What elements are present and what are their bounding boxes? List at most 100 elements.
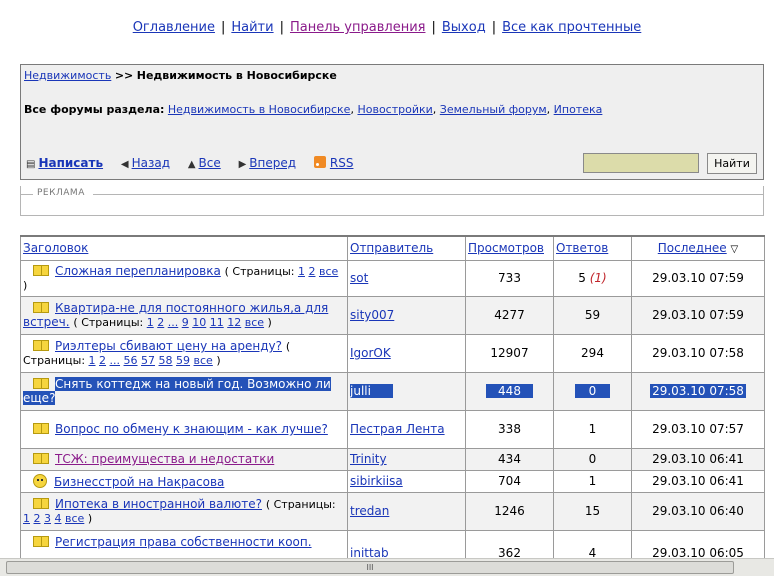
topic-cell: ТСЖ: преимущества и недостатки (20, 447, 348, 471)
search-button[interactable]: Найти (707, 153, 757, 174)
column-header-title[interactable]: Заголовок (20, 235, 348, 261)
arrow-right-icon: ▶ (238, 159, 247, 170)
nav-separator: | (431, 20, 436, 35)
nav-control-panel-link[interactable]: Панель управления (290, 20, 426, 35)
breadcrumb: Недвижимость >> Недвижимость в Новосибир… (24, 69, 337, 82)
replies-cell: 1 (553, 409, 632, 449)
views-cell: 434 (465, 447, 554, 471)
page-link[interactable]: 2 (308, 265, 315, 278)
page-link[interactable]: 57 (141, 354, 155, 367)
column-header-views[interactable]: Просмотров (465, 235, 554, 261)
views-cell: 704 (465, 469, 554, 493)
topic-link[interactable]: Регистрация права собственности кооп. (55, 535, 312, 549)
column-header-author[interactable]: Отправитель (347, 235, 466, 261)
page-link[interactable]: 59 (176, 354, 190, 367)
author-cell: Пестрая Лента (347, 409, 466, 449)
page-link[interactable]: 10 (192, 316, 206, 329)
nav-logout-link[interactable]: Выход (442, 20, 486, 35)
views-cell: 338 (465, 409, 554, 449)
page-link[interactable]: 12 (227, 316, 241, 329)
topic-link[interactable]: Бизнесстрой на Накрасова (54, 475, 224, 489)
advertising-legend: РЕКЛАМА (37, 188, 85, 198)
book-icon (33, 340, 49, 351)
author-link[interactable]: sot (350, 271, 368, 285)
page-link[interactable]: 2 (99, 354, 106, 367)
book-icon (33, 265, 49, 276)
horizontal-scrollbar[interactable]: III (0, 558, 774, 576)
page-link-all[interactable]: все (319, 265, 338, 278)
author-link[interactable]: sity007 (350, 308, 394, 322)
page-link[interactable]: 1 (298, 265, 305, 278)
book-icon (33, 498, 49, 509)
author-cell: tredan (347, 491, 466, 531)
forum-link-land[interactable]: Земельный форум (440, 103, 547, 116)
page-link[interactable]: 9 (182, 316, 189, 329)
last-post-cell: 29.03.10 07:59 (631, 295, 765, 335)
page-link[interactable]: 1 (89, 354, 96, 367)
arrow-left-icon: ◀ (120, 159, 129, 170)
forward-button[interactable]: ▶ Вперед (239, 156, 296, 170)
page-link-all[interactable]: все (65, 512, 84, 525)
page-link[interactable]: ... (110, 354, 121, 367)
arrow-up-icon: ▲ (187, 159, 196, 170)
search-input[interactable] (583, 153, 699, 173)
table-row: ТСЖ: преимущества и недостатки Trinity 4… (20, 447, 765, 471)
page-link[interactable]: 1 (23, 512, 30, 525)
page-link[interactable]: 11 (210, 316, 224, 329)
topic-cell: Риэлтеры сбивают цену на аренду? ( Стран… (20, 333, 348, 373)
nav-mark-all-read-link[interactable]: Все как прочтенные (502, 20, 641, 35)
author-link[interactable]: sibirkiisa (350, 474, 403, 488)
page-link[interactable]: 4 (55, 512, 62, 525)
column-header-last[interactable]: Последнее ▽ (631, 235, 765, 261)
author-link[interactable]: Trinity (350, 452, 387, 466)
replies-cell: 0 (553, 371, 632, 411)
breadcrumb-root-link[interactable]: Недвижимость (24, 69, 111, 82)
last-post-cell: 29.03.10 06:41 (631, 469, 765, 493)
page-link[interactable]: 3 (44, 512, 51, 525)
page-link-all[interactable]: все (194, 354, 213, 367)
topic-link[interactable]: Снять коттедж на новый год. Возможно ли … (23, 377, 331, 405)
author-link[interactable]: julli (350, 384, 393, 398)
new-replies-count: (1) (589, 271, 607, 285)
author-link[interactable]: IgorOK (350, 346, 391, 360)
last-post-cell: 29.03.10 06:41 (631, 447, 765, 471)
column-header-replies[interactable]: Ответов (553, 235, 632, 261)
book-icon (33, 302, 49, 313)
forum-link-mortgage[interactable]: Ипотека (554, 103, 603, 116)
author-link[interactable]: Пестрая Лента (350, 422, 445, 436)
scrollbar-thumb[interactable]: III (6, 561, 734, 574)
page-link[interactable]: 56 (124, 354, 138, 367)
forum-link-novosibirsk[interactable]: Недвижимость в Новосибирске (168, 103, 351, 116)
page-link[interactable]: 2 (157, 316, 164, 329)
page-link[interactable]: 2 (34, 512, 41, 525)
breadcrumb-current: Недвижимость в Новосибирске (136, 69, 337, 82)
advertising-box: РЕКЛАМА (20, 186, 764, 216)
rss-link[interactable]: RSS (313, 156, 353, 170)
topic-link[interactable]: ТСЖ: преимущества и недостатки (55, 452, 274, 466)
nav-find-link[interactable]: Найти (231, 20, 273, 35)
last-post-cell: 29.03.10 07:58 (631, 371, 765, 411)
views-cell: 1246 (465, 491, 554, 531)
replies-cell: 294 (553, 333, 632, 373)
topic-link[interactable]: Сложная перепланировка (55, 264, 221, 278)
all-button[interactable]: ▲ Все (188, 156, 221, 170)
write-button[interactable]: ▤ Написать (26, 156, 103, 170)
back-button[interactable]: ◀ Назад (121, 156, 170, 170)
nav-contents-link[interactable]: Оглавление (133, 20, 215, 35)
topic-link[interactable]: Риэлтеры сбивают цену на аренду? (55, 339, 282, 353)
table-row: Вопрос по обмену к знающим - как лучше? … (20, 409, 765, 449)
page-link[interactable]: ... (168, 316, 179, 329)
page-link[interactable]: 58 (159, 354, 173, 367)
last-post-cell: 29.03.10 07:59 (631, 259, 765, 297)
topic-link[interactable]: Вопрос по обмену к знающим - как лучше? (55, 422, 328, 436)
section-forums-label: Все форумы раздела: (24, 103, 165, 116)
author-cell: Trinity (347, 447, 466, 471)
table-row: Сложная перепланировка ( Страницы: 1 2 в… (20, 259, 765, 297)
forum-link-new-buildings[interactable]: Новостройки (357, 103, 432, 116)
page-link-all[interactable]: все (245, 316, 264, 329)
page-link[interactable]: 1 (147, 316, 154, 329)
topic-pages: ( Страницы: 1 2 ... 9 10 11 12 все ) (73, 316, 272, 329)
table-row: Снять коттедж на новый год. Возможно ли … (20, 371, 765, 411)
topic-link[interactable]: Ипотека в иностранной валюте? (55, 497, 262, 511)
author-link[interactable]: tredan (350, 504, 389, 518)
